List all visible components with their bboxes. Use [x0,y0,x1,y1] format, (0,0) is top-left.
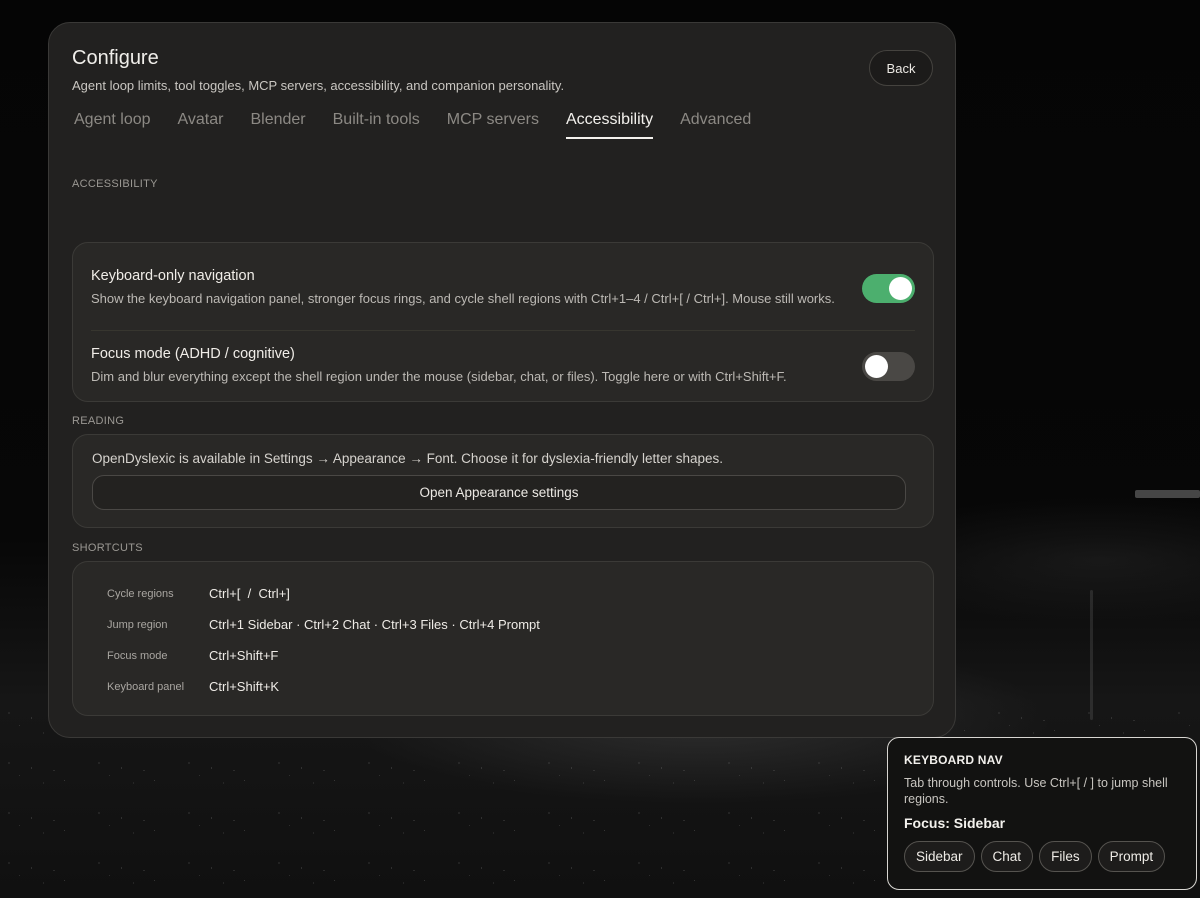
dialog-subtitle: Agent loop limits, tool toggles, MCP ser… [72,78,565,93]
shortcut-row: Cycle regions Ctrl+[ / Ctrl+] [107,578,933,609]
reading-card: OpenDyslexic is available in Settings → … [72,434,934,528]
shortcut-label: Keyboard panel [107,680,185,693]
shortcut-row: Jump region Ctrl+1 Sidebar · Ctrl+2 Chat… [107,609,933,640]
region-chip-sidebar[interactable]: Sidebar [904,841,975,872]
keyboard-only-nav-description: Show the keyboard navigation panel, stro… [91,291,835,306]
shortcut-value: Ctrl+[ / Ctrl+] [209,586,290,601]
shortcuts-card: Cycle regions Ctrl+[ / Ctrl+] Jump regio… [72,561,934,716]
region-chip-chat[interactable]: Chat [980,841,1034,872]
accessibility-section-label: ACCESSIBILITY [72,178,158,190]
tab-accessibility[interactable]: Accessibility [565,111,654,139]
keyboard-nav-focus-status: Focus: Sidebar [904,815,1006,831]
tab-agent-loop[interactable]: Agent loop [74,111,151,139]
accessibility-card: Keyboard-only navigation Show the keyboa… [72,242,934,402]
background-light-streak [1090,590,1093,720]
shortcut-label: Cycle regions [107,587,174,600]
keyboard-only-nav-text: Keyboard-only navigation Show the keyboa… [91,268,835,309]
focus-mode-title: Focus mode (ADHD / cognitive) [91,345,295,362]
tab-advanced[interactable]: Advanced [680,111,751,139]
keyboard-nav-description: Tab through controls. Use Ctrl+[ / ] to … [904,776,1168,806]
region-chips: Sidebar Chat Files Prompt [904,841,1180,872]
dialog-title: Configure [72,47,159,69]
tab-blender[interactable]: Blender [250,111,305,139]
open-appearance-settings-button[interactable]: Open Appearance settings [92,475,906,510]
shortcuts-section-label: SHORTCUTS [72,542,143,554]
back-button[interactable]: Back [869,50,933,86]
focus-mode-text: Focus mode (ADHD / cognitive) Dim and bl… [91,346,787,387]
keyboard-only-nav-toggle[interactable] [862,274,915,303]
keyboard-only-nav-row: Keyboard-only navigation Show the keyboa… [91,243,915,331]
tab-built-in-tools[interactable]: Built-in tools [333,111,420,139]
shortcut-row: Focus mode Ctrl+Shift+F [107,640,933,671]
region-chip-files[interactable]: Files [1039,841,1092,872]
shortcut-label: Jump region [107,618,168,631]
toggle-knob [889,277,912,300]
keyboard-only-nav-title: Keyboard-only navigation [91,268,255,284]
shortcut-row: Keyboard panel Ctrl+Shift+K [107,671,933,702]
focus-mode-row: Focus mode (ADHD / cognitive) Dim and bl… [91,331,915,401]
keyboard-nav-title: KEYBOARD NAV [904,753,1003,767]
focus-mode-description: Dim and blur everything except the shell… [91,368,787,384]
settings-tabs: Agent loop Avatar Blender Built-in tools… [74,111,932,139]
toggle-knob [865,354,888,378]
tab-avatar[interactable]: Avatar [178,111,224,139]
shortcut-value: Ctrl+Shift+F [209,648,279,663]
region-chip-prompt[interactable]: Prompt [1097,841,1166,872]
keyboard-nav-panel: KEYBOARD NAV Tab through controls. Use C… [887,737,1197,890]
configure-dialog: Configure Agent loop limits, tool toggle… [48,22,956,738]
reading-info-text: OpenDyslexic is available in Settings → … [92,451,724,466]
reading-section-label: READING [72,415,125,427]
shortcut-value: Ctrl+Shift+K [209,679,280,694]
focus-mode-toggle[interactable] [862,351,915,381]
shortcut-label: Focus mode [107,649,168,662]
background-light-streak [1135,490,1200,498]
shortcut-value: Ctrl+1 Sidebar · Ctrl+2 Chat · Ctrl+3 Fi… [209,617,540,632]
tab-mcp-servers[interactable]: MCP servers [447,111,539,139]
